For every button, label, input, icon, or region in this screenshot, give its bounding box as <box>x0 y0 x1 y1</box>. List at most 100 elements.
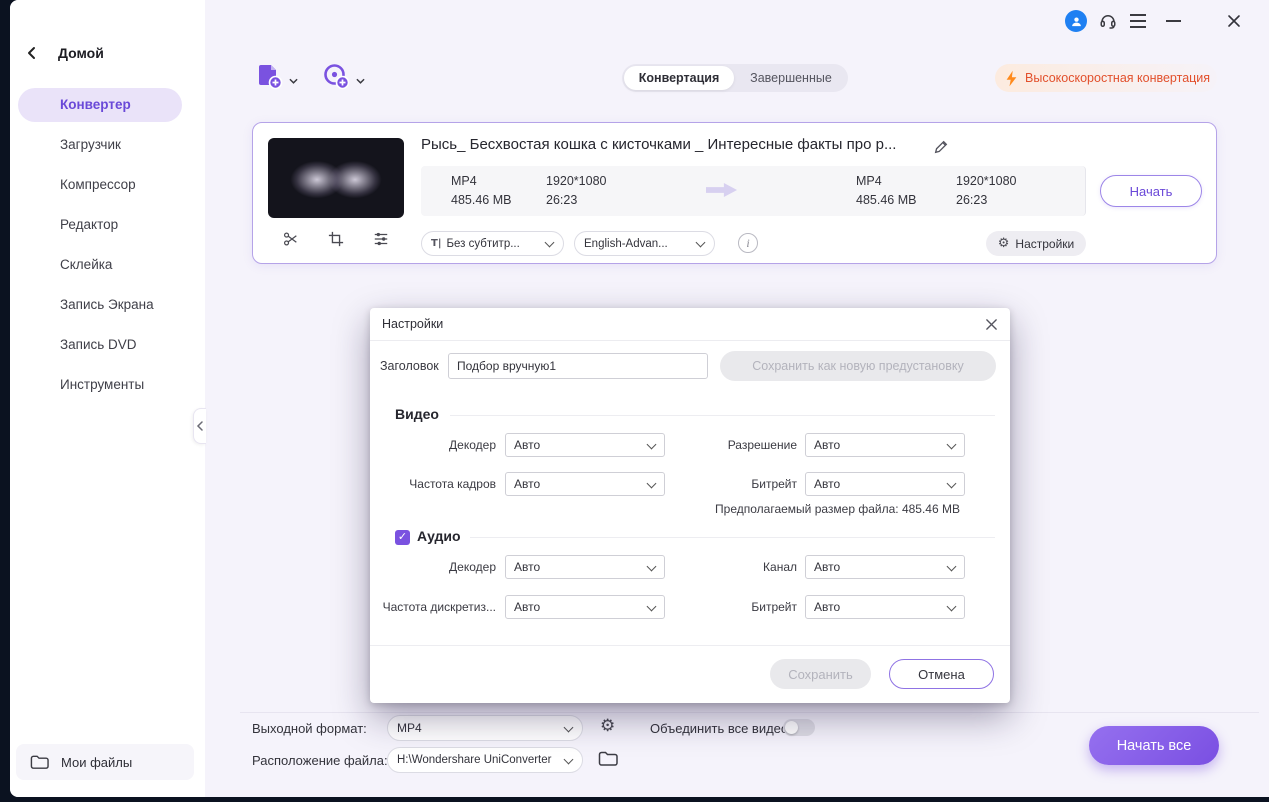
dialog-save-label: Сохранить <box>788 666 853 682</box>
dialog-cancel-label: Отмена <box>918 666 965 682</box>
folder-icon <box>30 754 49 770</box>
add-files-icon <box>255 62 283 90</box>
gear-icon: ⚙ <box>997 236 1010 251</box>
chevron-down-icon <box>289 78 298 90</box>
video-framerate-label: Частота кадров <box>409 477 496 491</box>
video-thumbnail[interactable] <box>268 138 404 218</box>
info-glyph: i <box>746 235 750 250</box>
chevron-down-icon <box>545 239 554 248</box>
file-settings-label: Настройки <box>1015 236 1075 251</box>
output-settings-icon[interactable]: ⚙ <box>600 716 615 736</box>
sidebar-item-dvd-burner[interactable]: Запись DVD <box>18 328 182 362</box>
lightning-icon <box>1005 70 1018 87</box>
file-location-dropdown[interactable]: H:\Wondershare UniConverter <box>387 747 583 773</box>
app-window: Домой Конвертер Загрузчик Компрессор Ред… <box>10 0 1269 797</box>
account-avatar[interactable] <box>1065 10 1087 32</box>
video-bitrate-dropdown[interactable]: Авто <box>805 472 965 496</box>
file-location-label: Расположение файла: <box>252 753 388 768</box>
open-folder-icon[interactable] <box>598 750 618 767</box>
settings-dialog: Настройки Заголовок Сохранить как новую … <box>370 308 1010 703</box>
sidebar-item-merger[interactable]: Склейка <box>18 248 182 282</box>
high-speed-conversion[interactable]: Высокоскоростная конвертация <box>995 64 1217 92</box>
source-resolution-duration: 1920*1080 26:23 <box>546 174 607 207</box>
dialog-cancel-button[interactable]: Отмена <box>889 659 994 689</box>
preset-title-input[interactable] <box>448 353 708 379</box>
file-settings-button[interactable]: ⚙ Настройки <box>986 231 1086 256</box>
close-icon[interactable] <box>1226 13 1241 28</box>
audio-decoder-dropdown[interactable]: Авто <box>505 555 665 579</box>
crop-icon[interactable] <box>328 231 344 247</box>
video-decoder-dropdown[interactable]: Авто <box>505 433 665 457</box>
sidebar-item-editor[interactable]: Редактор <box>18 208 182 242</box>
output-format-value: MP4 <box>397 721 422 735</box>
dialog-titlebar: Настройки <box>370 308 1010 341</box>
dialog-close-icon[interactable] <box>985 318 998 331</box>
audio-checkbox[interactable]: ✓ <box>395 530 410 545</box>
audio-samplerate-label: Частота дискретиз... <box>382 600 496 614</box>
audio-samplerate-dropdown[interactable]: Авто <box>505 595 665 619</box>
tab-label: Конвертация <box>638 71 720 85</box>
trim-scissors-icon[interactable] <box>283 231 299 247</box>
effects-sliders-icon[interactable] <box>373 231 389 247</box>
output-format-dropdown[interactable]: MP4 <box>387 715 583 741</box>
menu-icon[interactable] <box>1129 14 1146 28</box>
subtitle-dropdown-value: Без субтитр... <box>446 237 520 250</box>
sidebar-item-compressor[interactable]: Компрессор <box>18 168 182 202</box>
add-files-button[interactable] <box>255 62 298 90</box>
start-all-button[interactable]: Начать все <box>1089 726 1219 765</box>
audio-track-dropdown[interactable]: English-Advan... <box>574 231 715 256</box>
sidebar: Домой Конвертер Загрузчик Компрессор Ред… <box>10 0 206 797</box>
check-icon: ✓ <box>397 531 408 543</box>
file-task-card: Рысь_ Бесхвостая кошка с кисточками _ Ин… <box>252 122 1217 264</box>
sidebar-item-label: Компрессор <box>60 177 136 192</box>
sidebar-item-label: Конвертер <box>60 97 131 112</box>
start-all-label: Начать все <box>1116 737 1192 754</box>
sidebar-item-screen-recorder[interactable]: Запись Экрана <box>18 288 182 322</box>
sidebar-item-label: Запись Экрана <box>60 297 154 312</box>
rename-pencil-icon[interactable] <box>933 139 949 155</box>
output-format-label: Выходной формат: <box>252 721 367 736</box>
info-icon[interactable]: i <box>738 233 758 253</box>
minimize-icon[interactable] <box>1166 20 1181 22</box>
audio-channel-dropdown[interactable]: Авто <box>805 555 965 579</box>
section-divider <box>470 537 995 538</box>
audio-decoder-label: Декодер <box>449 560 496 574</box>
save-preset-label: Сохранить как новую предустановку <box>752 359 964 373</box>
toggle-knob <box>785 721 798 734</box>
back-icon[interactable] <box>24 45 40 61</box>
sidebar-item-label: Запись DVD <box>60 337 137 352</box>
video-framerate-dropdown[interactable]: Авто <box>505 472 665 496</box>
video-resolution-dropdown[interactable]: Авто <box>805 433 965 457</box>
merge-videos-toggle[interactable] <box>783 719 815 736</box>
dialog-save-button[interactable]: Сохранить <box>770 659 871 689</box>
bottom-divider <box>240 712 1259 713</box>
audio-bitrate-dropdown[interactable]: Авто <box>805 595 965 619</box>
chevron-down-icon <box>564 724 573 733</box>
audio-track-dropdown-value: English-Advan... <box>584 237 668 250</box>
file-location-value: H:\Wondershare UniConverter <box>397 754 552 766</box>
video-bitrate-label: Битрейт <box>751 477 797 491</box>
subtitle-dropdown[interactable]: T| Без субтитр... <box>421 231 564 256</box>
sidebar-item-converter[interactable]: Конвертер <box>18 88 182 122</box>
home-nav[interactable]: Домой <box>24 40 104 66</box>
chevron-down-icon <box>947 563 956 572</box>
audio-channel-label: Канал <box>763 560 797 574</box>
high-speed-label: Высокоскоростная конвертация <box>1025 71 1211 85</box>
sidebar-item-toolbox[interactable]: Инструменты <box>18 368 182 402</box>
view-tabs: Конвертация Завершенные <box>622 64 848 92</box>
video-resolution-label: Разрешение <box>727 438 797 452</box>
support-headset-icon[interactable] <box>1098 11 1118 31</box>
start-button[interactable]: Начать <box>1100 175 1202 207</box>
video-decoder-label: Декодер <box>449 438 496 452</box>
tab-converting[interactable]: Конвертация <box>624 66 734 90</box>
add-dvd-button[interactable] <box>322 62 365 90</box>
chevron-down-icon <box>356 78 365 90</box>
chevron-down-icon <box>564 756 573 765</box>
save-preset-button[interactable]: Сохранить как новую предустановку <box>720 351 996 381</box>
tab-finished[interactable]: Завершенные <box>734 71 848 85</box>
sidebar-item-downloader[interactable]: Загрузчик <box>18 128 182 162</box>
chevron-down-icon <box>947 603 956 612</box>
my-files-button[interactable]: Мои файлы <box>16 744 194 780</box>
tab-label: Завершенные <box>750 71 832 85</box>
sidebar-collapse-handle[interactable] <box>193 408 206 444</box>
